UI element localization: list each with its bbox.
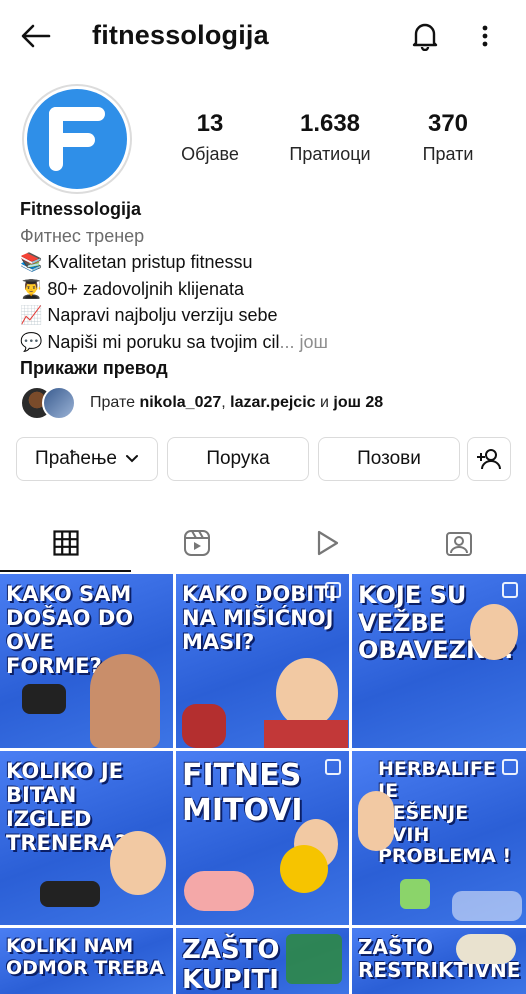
followers-label: Пратиоци xyxy=(289,144,371,164)
salad-bowl-icon xyxy=(456,934,516,964)
bio-line: 💬 Napiši mi poruku sa tvojim cil xyxy=(20,331,280,352)
following-label: Прати xyxy=(422,144,474,164)
profile-tabs xyxy=(0,514,526,572)
display-name: Fitnessologija xyxy=(20,199,142,219)
reels-icon xyxy=(183,530,210,556)
post-thumbnail[interactable]: KOJE SU VEŽBE OBAVEZNE? xyxy=(352,574,526,748)
conjunction: и xyxy=(315,394,334,411)
tab-reels[interactable] xyxy=(131,514,262,572)
posts-grid: KAKO SAM DOŠAO DO OVE FORME? KAKO DOBITI… xyxy=(0,574,526,994)
chevron-down-icon xyxy=(125,455,138,463)
money-graphic xyxy=(286,934,342,984)
separator: , xyxy=(221,394,231,411)
profile-avatar[interactable] xyxy=(22,84,132,194)
avatar-cartoon xyxy=(470,604,518,660)
back-arrow-icon[interactable] xyxy=(18,20,54,52)
tab-tagged[interactable] xyxy=(393,514,524,572)
muscle-graphic xyxy=(182,704,226,748)
post-thumbnail[interactable]: ZAŠTO KUPITI xyxy=(176,928,349,994)
follower-username: lazar.pejcic xyxy=(230,394,316,411)
carousel-icon xyxy=(325,759,341,775)
posts-label: Објаве xyxy=(181,144,239,164)
bio-more-link[interactable]: још xyxy=(300,332,328,352)
muscle-graphic xyxy=(184,871,254,911)
add-person-icon xyxy=(477,449,501,470)
posts-stat[interactable]: 13 Објаве xyxy=(160,110,260,165)
post-caption: KOLIKI NAM ODMOR TREBA xyxy=(6,935,164,979)
call-label: Позови xyxy=(357,448,421,469)
profile-username: fitnessologija xyxy=(92,20,269,50)
post-thumbnail[interactable]: ZAŠTO RESTRIKTIVNE xyxy=(352,928,526,994)
posts-count: 13 xyxy=(196,110,224,137)
post-caption: KAKO DOBITI NA MIŠIĆNOJ MASI? xyxy=(182,582,337,655)
profile-category: Фитнес тренер xyxy=(20,225,145,246)
post-thumbnail[interactable]: KOLIKO JE BITAN IZGLED TRENERA? xyxy=(0,751,173,925)
follower-avatar xyxy=(42,386,76,420)
lazy-graphic xyxy=(452,891,522,921)
play-icon xyxy=(317,530,338,556)
post-thumbnail[interactable]: KAKO SAM DOŠAO DO OVE FORME? xyxy=(0,574,173,748)
post-thumbnail[interactable]: KOLIKI NAM ODMOR TREBA xyxy=(0,928,173,994)
following-button[interactable]: Праћење xyxy=(16,437,158,481)
bio-line: 📈 Napravi najbolju verziju sebe xyxy=(20,305,278,325)
avatar-cartoon xyxy=(110,831,166,895)
suggested-people-button[interactable] xyxy=(467,437,511,481)
dumbbell-icon xyxy=(40,881,100,907)
bio-ellipsis: ... xyxy=(279,331,295,352)
drink-icon xyxy=(400,879,430,909)
post-caption: FITNES MITOVI xyxy=(182,758,303,828)
followers-count: 1.638 xyxy=(299,110,361,137)
following-stat[interactable]: 370 Прати xyxy=(398,110,498,165)
shirt-graphic xyxy=(264,720,348,748)
message-label: Порука xyxy=(206,448,270,469)
followed-by-prefix: Прате xyxy=(90,394,140,411)
bell-icon[interactable] xyxy=(408,18,442,54)
avatar-cartoon xyxy=(276,658,338,728)
carousel-icon xyxy=(502,582,518,598)
bio-line: 📚 Kvalitetan pristup fitnessu xyxy=(20,252,253,272)
following-label: Праћење xyxy=(35,448,117,469)
more-options-icon[interactable] xyxy=(470,18,500,54)
avatar-cartoon xyxy=(358,791,394,851)
post-thumbnail[interactable]: FITNES MITOVI xyxy=(176,751,349,925)
fitnessologija-logo xyxy=(27,89,127,189)
grid-icon xyxy=(52,530,79,556)
following-count: 370 xyxy=(427,110,469,137)
carousel-icon xyxy=(325,582,341,598)
emoji-face-icon xyxy=(280,845,328,893)
bio-line-truncated: 💬 Napiši mi poruku sa tvojim cil... још xyxy=(20,329,510,356)
show-translation-link[interactable]: Прикажи превод xyxy=(20,355,510,382)
follower-username: nikola_027 xyxy=(139,394,222,411)
tab-videos[interactable] xyxy=(262,514,393,572)
post-thumbnail[interactable]: KAKO DOBITI NA MIŠIĆNOJ MASI? xyxy=(176,574,349,748)
carousel-icon xyxy=(502,759,518,775)
followers-stat[interactable]: 1.638 Пратиоци xyxy=(270,110,390,165)
post-caption: HERBALIFE JE REŠENJE SVIH PROBLEMA ! xyxy=(378,758,512,868)
followed-by-text: Прате nikola_027, lazar.pejcic и још 28 xyxy=(90,394,383,412)
tagged-person-icon xyxy=(445,532,472,556)
post-thumbnail[interactable]: HERBALIFE JE REŠENJE SVIH PROBLEMA ! xyxy=(352,751,526,925)
message-button[interactable]: Порука xyxy=(167,437,309,481)
followers-others-count: још 28 xyxy=(333,394,384,411)
top-bar: fitnessologija xyxy=(0,0,526,72)
bio-line: 👨‍🎓 80+ zadovoljnih klijenata xyxy=(20,278,245,299)
dumbbell-icon xyxy=(22,684,66,714)
followed-by-row[interactable]: Прате nikola_027, lazar.pejcic и још 28 xyxy=(20,384,383,422)
tab-grid[interactable] xyxy=(0,514,131,572)
call-button[interactable]: Позови xyxy=(318,437,460,481)
person-photo xyxy=(90,654,160,748)
profile-bio: Fitnessologija Фитнес тренер 📚 Kvaliteta… xyxy=(20,196,510,382)
